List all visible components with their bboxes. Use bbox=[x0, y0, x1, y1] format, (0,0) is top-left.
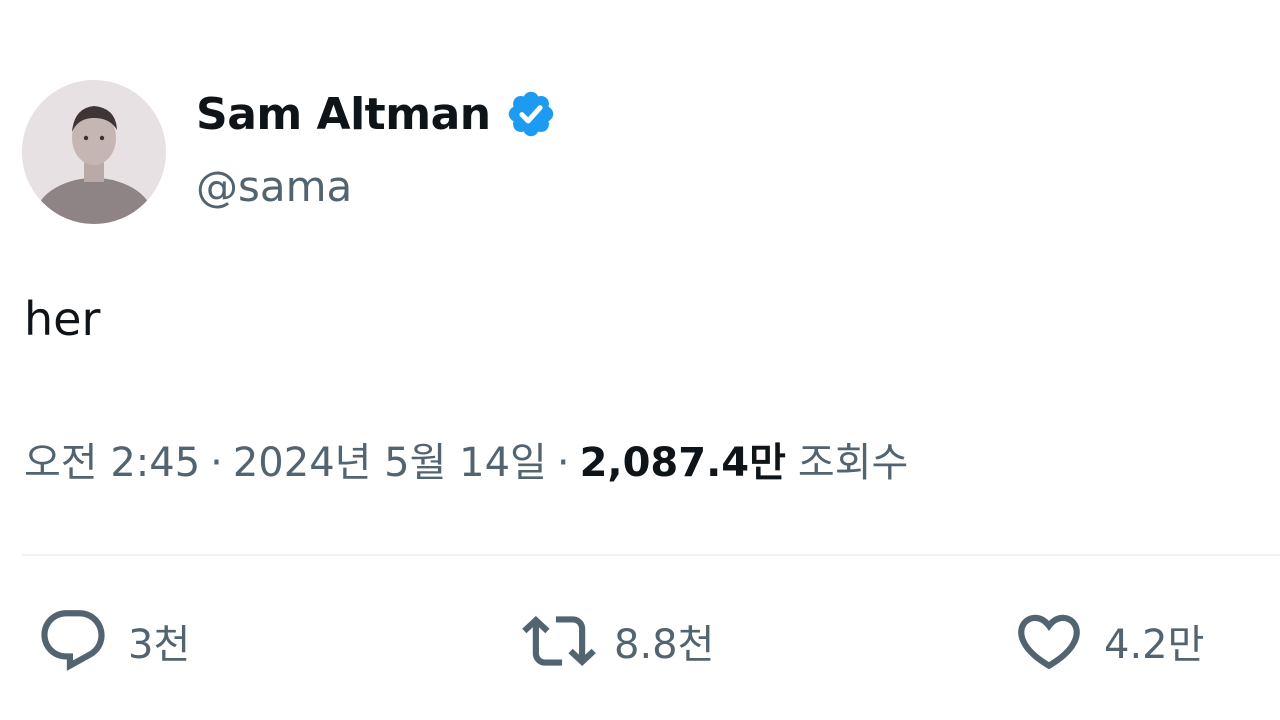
views-count: 2,087.4만 bbox=[579, 440, 786, 486]
retweet-button[interactable]: 8.8천 bbox=[522, 604, 714, 678]
reply-count: 3천 bbox=[128, 622, 191, 668]
author-display-name[interactable]: Sam Altman bbox=[196, 89, 491, 140]
reply-icon bbox=[41, 610, 105, 671]
verified-badge-icon bbox=[508, 91, 553, 137]
tweet-text: her bbox=[24, 292, 101, 346]
author-handle[interactable]: @sama bbox=[196, 162, 352, 211]
avatar[interactable] bbox=[22, 80, 166, 224]
retweet-count: 8.8천 bbox=[614, 622, 715, 668]
tweet-card: Sam Altman @sama her 오전 2:45 · 2024년 5월 … bbox=[0, 0, 1280, 720]
meta-separator: · bbox=[210, 440, 223, 486]
reply-button[interactable]: 3천 bbox=[36, 604, 190, 678]
divider bbox=[22, 554, 1280, 556]
avatar-photo bbox=[22, 80, 166, 224]
like-count: 4.2만 bbox=[1104, 622, 1205, 668]
tweet-meta: 오전 2:45 · 2024년 5월 14일 · 2,087.4만 조회수 bbox=[24, 430, 908, 488]
heart-icon bbox=[1018, 614, 1080, 670]
author-name-row: Sam Altman bbox=[196, 88, 557, 140]
tweet-time[interactable]: 오전 2:45 bbox=[24, 430, 200, 488]
meta-separator: · bbox=[556, 440, 570, 486]
views-label: 조회수 bbox=[797, 440, 909, 486]
retweet-icon bbox=[522, 615, 596, 667]
tweet-date[interactable]: 2024년 5월 14일 bbox=[233, 430, 547, 488]
like-button[interactable]: 4.2만 bbox=[1012, 604, 1204, 678]
